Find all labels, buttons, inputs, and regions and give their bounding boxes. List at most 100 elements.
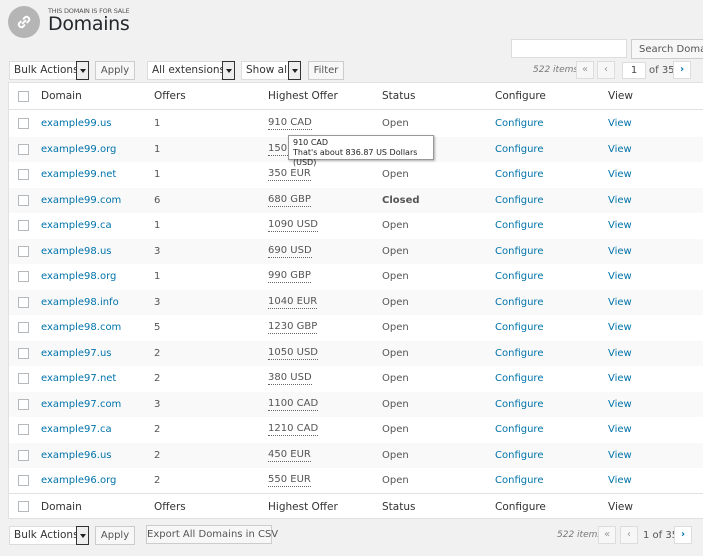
- view-link[interactable]: View: [608, 297, 632, 308]
- bulk-actions-select[interactable]: Bulk Actions: [9, 61, 89, 80]
- row-checkbox[interactable]: [18, 398, 29, 410]
- row-checkbox[interactable]: [18, 143, 29, 155]
- view-link[interactable]: View: [608, 399, 632, 410]
- row-checkbox[interactable]: [18, 220, 29, 231]
- configure-link[interactable]: Configure: [495, 322, 543, 333]
- configure-link[interactable]: Configure: [495, 271, 543, 282]
- view-link[interactable]: View: [608, 118, 632, 129]
- highest-offer-value[interactable]: 990 GBP: [268, 270, 311, 283]
- bulk-actions-select-bottom[interactable]: Bulk Actions: [9, 526, 89, 545]
- highest-offer-value[interactable]: 680 GBP: [268, 194, 311, 207]
- row-checkbox[interactable]: [18, 449, 29, 461]
- first-page-button-bottom[interactable]: «: [598, 526, 616, 544]
- apply-button-bottom[interactable]: Apply: [95, 526, 135, 545]
- select-all-checkbox-footer[interactable]: [18, 501, 29, 512]
- search-domains-button[interactable]: Search Domains: [631, 39, 703, 59]
- view-link[interactable]: View: [608, 373, 632, 384]
- column-offers[interactable]: Offers: [154, 83, 186, 109]
- highest-offer-value[interactable]: 1040 EUR: [268, 296, 318, 309]
- configure-link[interactable]: Configure: [495, 399, 543, 410]
- domain-link[interactable]: example97.com: [41, 399, 121, 410]
- view-link[interactable]: View: [608, 322, 632, 333]
- row-checkbox[interactable]: [18, 322, 29, 333]
- next-page-button[interactable]: ›: [673, 61, 691, 79]
- view-link[interactable]: View: [608, 169, 632, 180]
- row-checkbox[interactable]: [18, 169, 29, 180]
- extensions-select[interactable]: All extensions: [147, 61, 235, 80]
- domain-link[interactable]: example97.us: [41, 348, 112, 359]
- column-status-footer[interactable]: Status: [382, 494, 415, 518]
- column-domain-footer[interactable]: Domain: [41, 494, 82, 518]
- highest-offer-value[interactable]: 690 USD: [268, 245, 312, 258]
- select-all-checkbox[interactable]: [18, 91, 29, 102]
- row-checkbox[interactable]: [18, 245, 29, 257]
- configure-link[interactable]: Configure: [495, 297, 543, 308]
- domain-link[interactable]: example98.us: [41, 246, 112, 257]
- view-link[interactable]: View: [608, 475, 632, 486]
- view-link[interactable]: View: [608, 220, 632, 231]
- highest-offer-value[interactable]: 1050 USD: [268, 347, 319, 360]
- view-link[interactable]: View: [608, 144, 632, 155]
- configure-link[interactable]: Configure: [495, 118, 543, 129]
- highest-offer-value[interactable]: 450 EUR: [268, 449, 311, 462]
- current-page-input[interactable]: 1: [622, 62, 646, 79]
- domain-link[interactable]: example97.ca: [41, 424, 112, 435]
- row-checkbox[interactable]: [18, 118, 29, 129]
- prev-page-button[interactable]: ‹: [597, 61, 615, 79]
- next-page-button-bottom[interactable]: ›: [674, 526, 692, 544]
- column-highest-offer-footer[interactable]: Highest Offer: [268, 494, 338, 518]
- domain-link[interactable]: example96.org: [41, 475, 116, 486]
- domain-link[interactable]: example97.net: [41, 373, 116, 384]
- configure-link[interactable]: Configure: [495, 348, 543, 359]
- configure-link[interactable]: Configure: [495, 195, 543, 206]
- row-checkbox[interactable]: [18, 347, 29, 359]
- row-checkbox[interactable]: [18, 194, 29, 206]
- configure-link[interactable]: Configure: [495, 144, 543, 155]
- column-domain[interactable]: Domain: [41, 83, 82, 109]
- row-checkbox[interactable]: [18, 424, 29, 435]
- domain-link[interactable]: example96.us: [41, 450, 112, 461]
- domain-link[interactable]: example98.info: [41, 297, 119, 308]
- highest-offer-value[interactable]: 1210 CAD: [268, 423, 319, 436]
- configure-link[interactable]: Configure: [495, 450, 543, 461]
- highest-offer-value[interactable]: 1090 USD: [268, 219, 319, 232]
- row-checkbox[interactable]: [18, 271, 29, 282]
- apply-button[interactable]: Apply: [95, 61, 135, 80]
- chevron-down-icon[interactable]: [288, 61, 301, 80]
- highest-offer-value[interactable]: 910 CAD: [268, 117, 312, 130]
- domain-link[interactable]: example99.us: [41, 118, 112, 129]
- highest-offer-value[interactable]: 1100 CAD: [268, 398, 319, 411]
- first-page-button[interactable]: «: [576, 61, 594, 79]
- configure-link[interactable]: Configure: [495, 246, 543, 257]
- chevron-down-icon[interactable]: [222, 61, 235, 80]
- configure-link[interactable]: Configure: [495, 220, 543, 231]
- row-checkbox[interactable]: [18, 373, 29, 384]
- view-link[interactable]: View: [608, 424, 632, 435]
- chevron-down-icon[interactable]: [76, 61, 89, 80]
- domain-link[interactable]: example98.com: [41, 322, 121, 333]
- column-status[interactable]: Status: [382, 83, 415, 109]
- search-input[interactable]: [511, 39, 627, 58]
- highest-offer-value[interactable]: 1230 GBP: [268, 321, 318, 334]
- view-link[interactable]: View: [608, 450, 632, 461]
- column-offers-footer[interactable]: Offers: [154, 494, 186, 518]
- row-checkbox[interactable]: [18, 296, 29, 308]
- highest-offer-value[interactable]: 380 USD: [268, 372, 312, 385]
- domain-link[interactable]: example99.net: [41, 169, 116, 180]
- view-link[interactable]: View: [608, 246, 632, 257]
- column-highest-offer[interactable]: Highest Offer: [268, 83, 338, 109]
- chevron-down-icon[interactable]: [76, 526, 89, 545]
- highest-offer-value[interactable]: 350 EUR: [268, 168, 311, 181]
- highest-offer-value[interactable]: 550 EUR: [268, 474, 311, 487]
- domain-link[interactable]: example98.org: [41, 271, 116, 282]
- view-link[interactable]: View: [608, 348, 632, 359]
- configure-link[interactable]: Configure: [495, 424, 543, 435]
- view-link[interactable]: View: [608, 271, 632, 282]
- domain-link[interactable]: example99.com: [41, 195, 121, 206]
- filter-button[interactable]: Filter: [308, 61, 344, 80]
- export-csv-button[interactable]: Export All Domains in CSV: [146, 525, 278, 544]
- configure-link[interactable]: Configure: [495, 169, 543, 180]
- configure-link[interactable]: Configure: [495, 373, 543, 384]
- show-select[interactable]: Show all: [241, 61, 301, 80]
- domain-link[interactable]: example99.ca: [41, 220, 112, 231]
